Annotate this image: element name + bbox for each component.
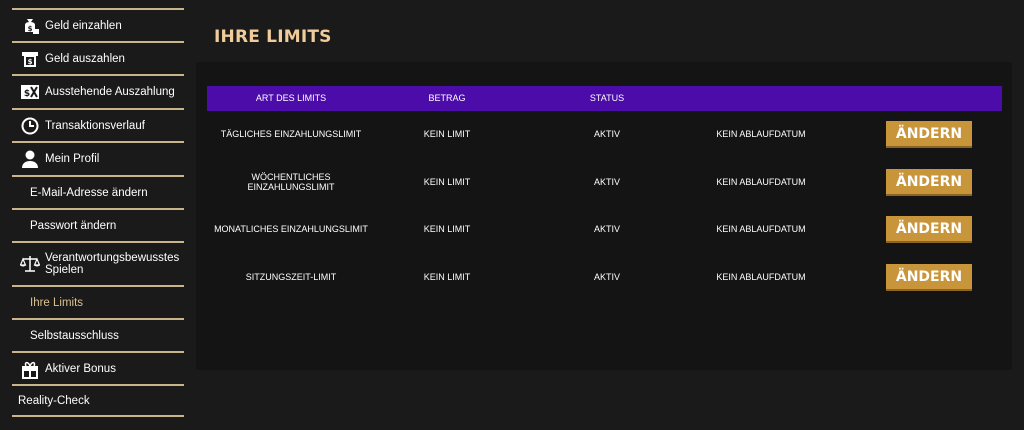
sidebar-item-label: Reality-Check xyxy=(18,394,90,407)
table-header: ART DES LIMITS BETRAG STATUS xyxy=(207,86,1002,111)
sidebar-item-your-limits[interactable]: Ihre Limits xyxy=(12,285,184,318)
sidebar-item-self-exclusion[interactable]: Selbstausschluss xyxy=(12,318,184,351)
limit-status: AKTIV xyxy=(593,177,620,187)
limit-expiry: KEIN ABLAUFDATUM xyxy=(716,224,806,234)
sidebar-item-reality-check[interactable]: Reality-Check xyxy=(12,384,184,417)
limit-expiry: KEIN ABLAUFDATUM xyxy=(716,129,806,139)
sidebar-item-label: Aktiver Bonus xyxy=(45,362,116,375)
limit-type: SITZUNGSZEIT-LIMIT xyxy=(245,272,337,282)
clock-icon xyxy=(19,115,41,137)
user-icon xyxy=(19,148,41,170)
table-row: MONATLICHES EINZAHLUNGSLIMIT KEIN LIMIT … xyxy=(207,214,1002,244)
table-row: WÖCHENTLICHES EINZAHLUNGSLIMIT KEIN LIMI… xyxy=(207,167,1002,197)
sidebar-item-label: Ihre Limits xyxy=(30,296,84,309)
change-limit-button[interactable]: ÄNDERN xyxy=(886,264,972,291)
sidebar-item-pending-withdrawal[interactable]: $ Ausstehende Auszahlung xyxy=(12,74,184,108)
sidebar-item-responsible-gaming[interactable]: Verantwortungsbewusstes Spielen xyxy=(12,241,184,285)
sidebar-item-change-password[interactable]: Passwort ändern xyxy=(12,208,184,241)
limit-type: TÄGLICHES EINZAHLUNGSLIMIT xyxy=(220,129,362,139)
svg-text:$: $ xyxy=(24,89,30,99)
sidebar-item-label: E-Mail-Adresse ändern xyxy=(30,186,148,199)
sidebar-item-label: Ausstehende Auszahlung xyxy=(45,86,175,98)
sidebar-item-label: Selbstausschluss xyxy=(30,329,119,342)
sidebar-item-profile[interactable]: Mein Profil xyxy=(12,141,184,175)
limit-status: AKTIV xyxy=(593,129,620,139)
sidebar-item-transactions[interactable]: Transaktionsverlauf xyxy=(12,108,184,141)
limit-amount: KEIN LIMIT xyxy=(423,177,471,187)
account-sidebar: $ Geld einzahlen $ Geld auszahlen $ Auss… xyxy=(12,8,184,417)
column-header-status: STATUS xyxy=(589,93,625,103)
svg-text:$: $ xyxy=(28,58,33,66)
sidebar-item-label: Mein Profil xyxy=(45,153,100,165)
sidebar-item-withdraw[interactable]: $ Geld auszahlen xyxy=(12,41,184,74)
table-row: TÄGLICHES EINZAHLUNGSLIMIT KEIN LIMIT AK… xyxy=(207,119,1002,149)
scales-icon xyxy=(19,253,41,275)
money-bag-icon: $ xyxy=(19,15,41,37)
change-limit-button[interactable]: ÄNDERN xyxy=(886,169,972,196)
sidebar-item-label: Geld einzahlen xyxy=(45,19,122,32)
sidebar-item-label: Geld auszahlen xyxy=(45,52,125,65)
sidebar-item-change-email[interactable]: E-Mail-Adresse ändern xyxy=(12,175,184,208)
table-row: SITZUNGSZEIT-LIMIT KEIN LIMIT AKTIV KEIN… xyxy=(207,262,1002,292)
atm-icon: $ xyxy=(19,48,41,70)
limit-amount: KEIN LIMIT xyxy=(423,224,471,234)
limit-status: AKTIV xyxy=(593,224,620,234)
limit-status: AKTIV xyxy=(593,272,620,282)
limit-type: WÖCHENTLICHES EINZAHLUNGSLIMIT xyxy=(247,172,335,192)
sidebar-item-active-bonus[interactable]: Aktiver Bonus xyxy=(12,351,184,384)
limit-type: MONATLICHES EINZAHLUNGSLIMIT xyxy=(214,224,368,234)
limits-panel: ART DES LIMITS BETRAG STATUS TÄGLICHES E… xyxy=(196,62,1012,370)
limit-expiry: KEIN ABLAUFDATUM xyxy=(716,272,806,282)
limit-amount: KEIN LIMIT xyxy=(423,272,471,282)
change-limit-button[interactable]: ÄNDERN xyxy=(886,121,972,148)
change-limit-button[interactable]: ÄNDERN xyxy=(886,216,972,243)
sidebar-item-label: Passwort ändern xyxy=(30,219,117,232)
pending-money-icon: $ xyxy=(19,81,41,103)
sidebar-item-label: Transaktionsverlauf xyxy=(45,119,145,132)
sidebar-item-deposit[interactable]: $ Geld einzahlen xyxy=(12,8,184,41)
svg-text:$: $ xyxy=(28,25,33,33)
limit-expiry: KEIN ABLAUFDATUM xyxy=(716,177,806,187)
column-header-amount: BETRAG xyxy=(428,93,466,103)
column-header-limit-type: ART DES LIMITS xyxy=(255,93,327,103)
gift-icon xyxy=(19,358,41,380)
page-title: IHRE LIMITS xyxy=(214,27,332,47)
sidebar-item-label: Verantwortungsbewusstes Spielen xyxy=(45,252,180,276)
limit-amount: KEIN LIMIT xyxy=(423,129,471,139)
